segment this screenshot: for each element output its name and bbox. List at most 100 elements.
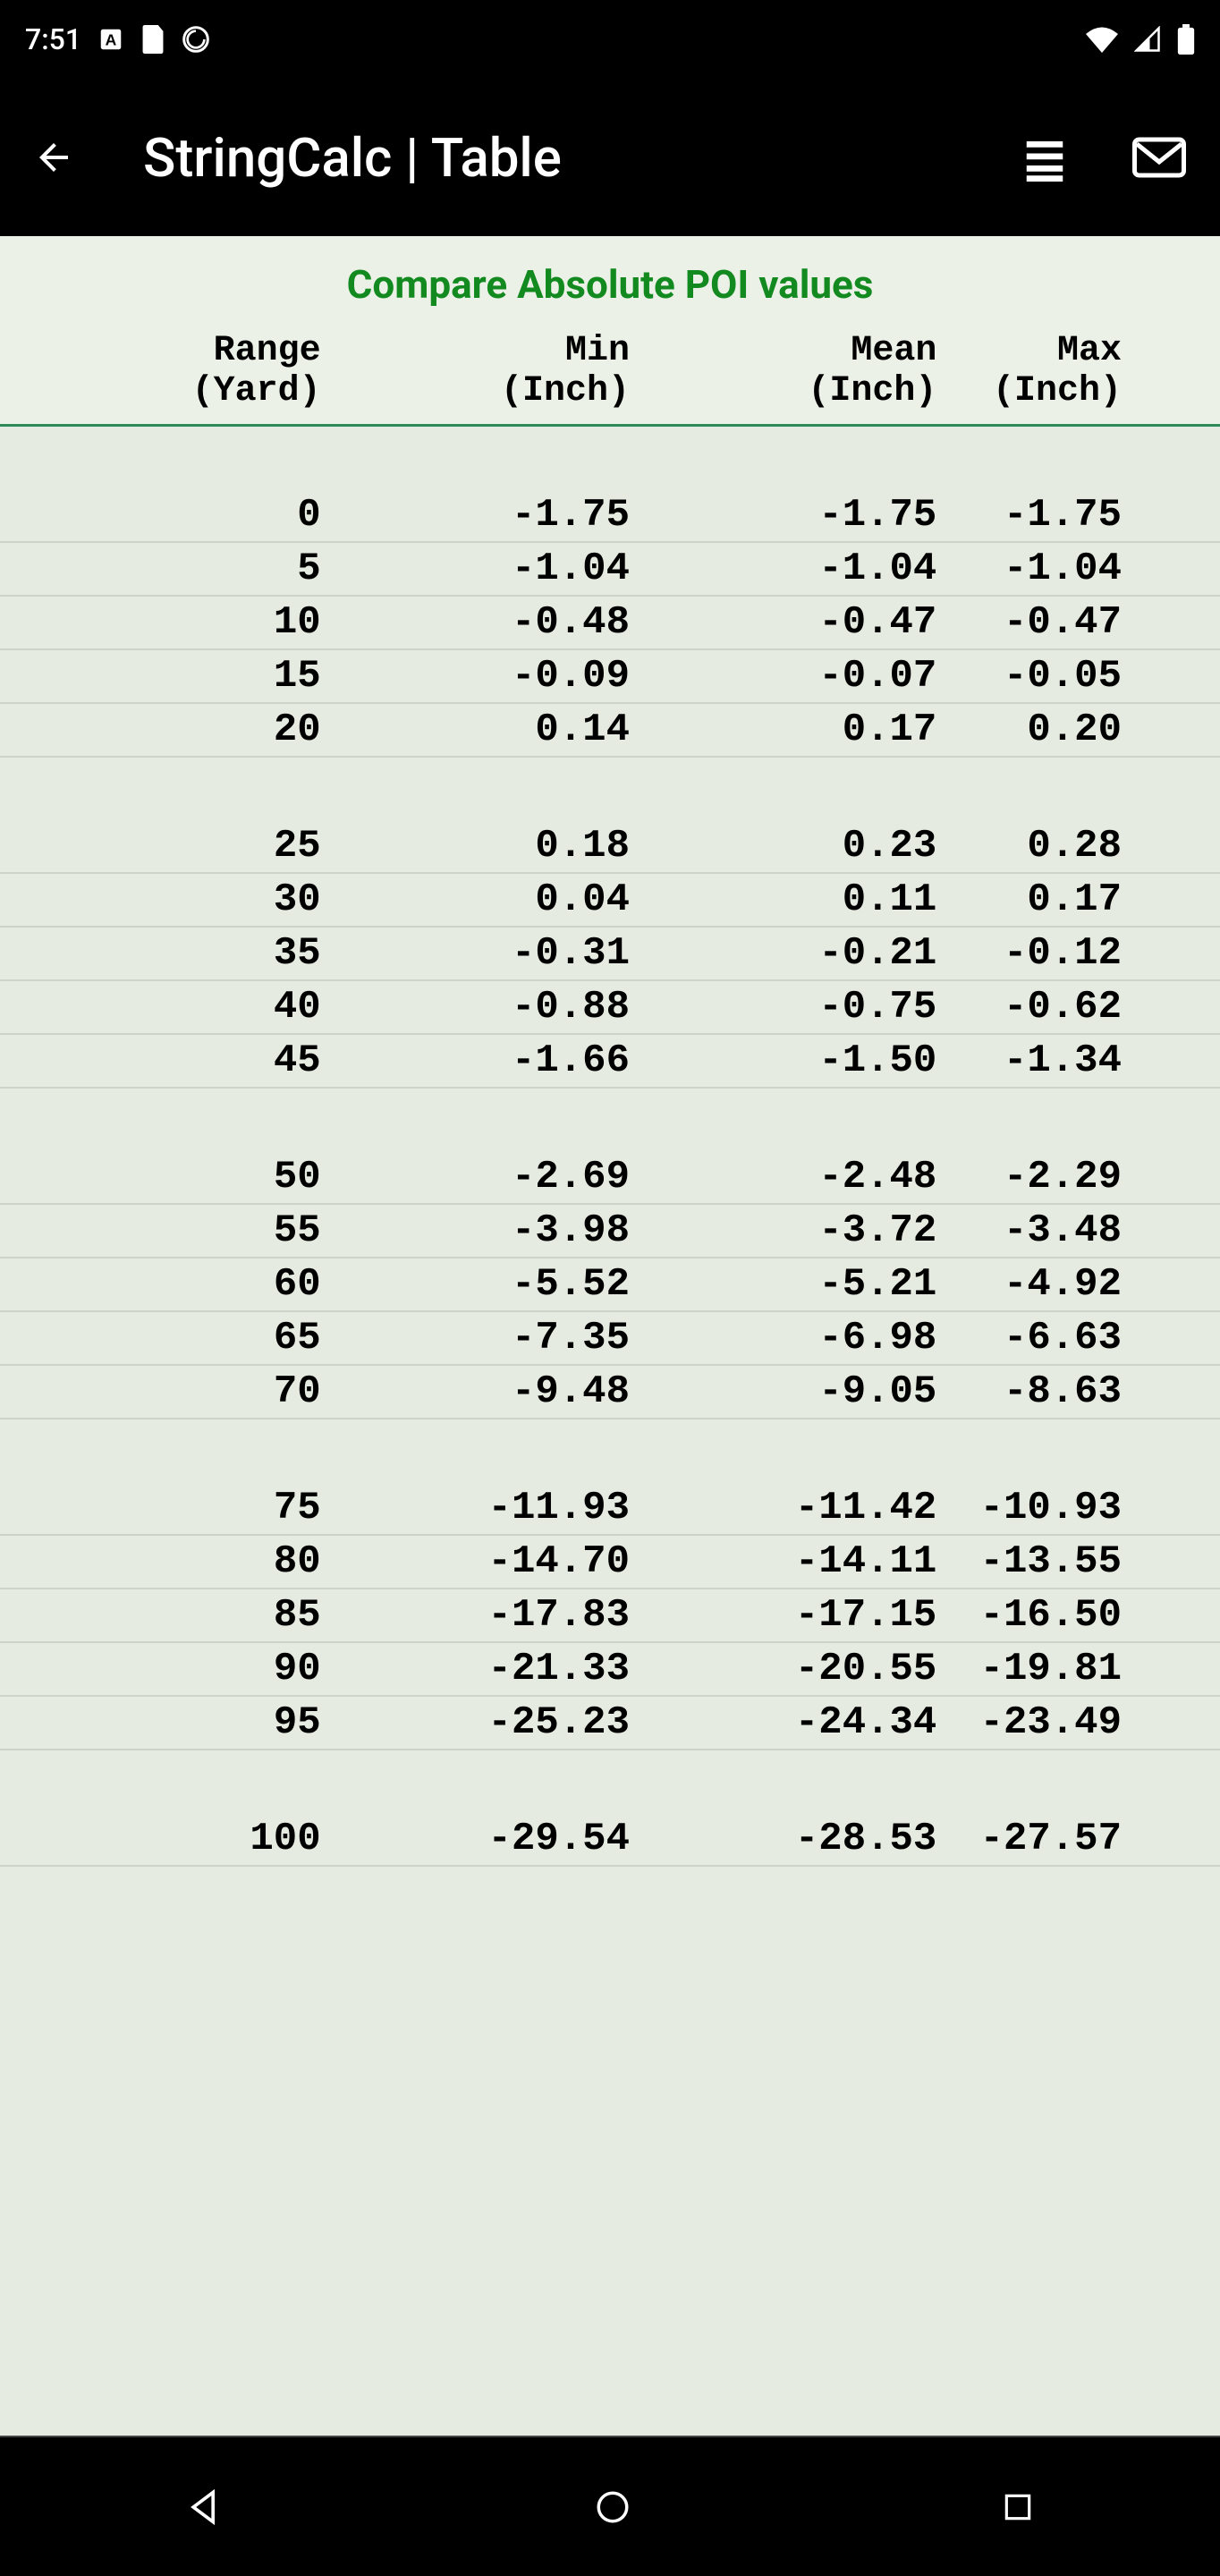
- table-row: 35-0.31-0.21-0.12: [0, 927, 1220, 980]
- table-row: 85-17.83-17.15-16.50: [0, 1589, 1220, 1642]
- cell-max: -3.48: [947, 1204, 1220, 1258]
- cell-max: 0.20: [947, 703, 1220, 757]
- cell-max: 0.28: [947, 820, 1220, 873]
- table-header-row: Range (Yard) Min (Inch) Mean (Inch) Max …: [0, 320, 1220, 426]
- status-sd-icon: [140, 25, 165, 54]
- table-spacer-row: [0, 1750, 1220, 1813]
- cell-range: 70: [0, 1365, 334, 1419]
- nav-home-button[interactable]: [594, 2488, 631, 2526]
- cell-min: -1.66: [334, 1034, 640, 1088]
- header-mean: Mean (Inch): [640, 320, 947, 426]
- header-min: Min (Inch): [334, 320, 640, 426]
- square-icon: [1001, 2490, 1035, 2524]
- cell-max: -4.92: [947, 1258, 1220, 1311]
- cell-mean: -14.11: [640, 1535, 947, 1589]
- list-view-button[interactable]: [1005, 118, 1084, 197]
- cell-max: -27.57: [947, 1813, 1220, 1866]
- page-title: StringCalc | Table: [143, 126, 970, 190]
- status-wifi-icon: [1086, 26, 1118, 53]
- table-row: 15-0.09-0.07-0.05: [0, 649, 1220, 703]
- cell-max: -0.62: [947, 980, 1220, 1034]
- cell-range: 45: [0, 1034, 334, 1088]
- cell-min: -11.93: [334, 1482, 640, 1535]
- cell-range: 15: [0, 649, 334, 703]
- cell-range: 60: [0, 1258, 334, 1311]
- cell-mean: -3.72: [640, 1204, 947, 1258]
- arrow-left-icon: [32, 136, 75, 179]
- table-row: 65-7.35-6.98-6.63: [0, 1311, 1220, 1365]
- cell-min: 0.04: [334, 873, 640, 927]
- cell-min: -14.70: [334, 1535, 640, 1589]
- status-bar: 7:51 A: [0, 0, 1220, 79]
- cell-range: 65: [0, 1311, 334, 1365]
- table-row: 50-2.69-2.48-2.29: [0, 1151, 1220, 1204]
- table-row: 90-21.33-20.55-19.81: [0, 1642, 1220, 1696]
- table-area[interactable]: Compare Absolute POI values Range (Yard)…: [0, 236, 1220, 2436]
- poi-table: Range (Yard) Min (Inch) Mean (Inch) Max …: [0, 320, 1220, 1867]
- header-range: Range (Yard): [0, 320, 334, 426]
- cell-mean: 0.17: [640, 703, 947, 757]
- cell-range: 40: [0, 980, 334, 1034]
- cell-range: 0: [0, 489, 334, 542]
- back-button[interactable]: [21, 125, 86, 190]
- nav-recent-button[interactable]: [1001, 2490, 1035, 2524]
- cell-min: -1.04: [334, 542, 640, 596]
- cell-mean: -0.47: [640, 596, 947, 649]
- table-row: 10-0.48-0.47-0.47: [0, 596, 1220, 649]
- cell-range: 90: [0, 1642, 334, 1696]
- cell-range: 10: [0, 596, 334, 649]
- cell-min: -5.52: [334, 1258, 640, 1311]
- cell-min: 0.14: [334, 703, 640, 757]
- header-max: Max (Inch): [947, 320, 1220, 426]
- table-row: 300.040.110.17: [0, 873, 1220, 927]
- cell-mean: 0.23: [640, 820, 947, 873]
- cell-min: -2.69: [334, 1151, 640, 1204]
- cell-range: 85: [0, 1589, 334, 1642]
- cell-range: 80: [0, 1535, 334, 1589]
- status-notif-icon: A: [97, 26, 124, 53]
- cell-min: -29.54: [334, 1813, 640, 1866]
- app-bar: StringCalc | Table: [0, 79, 1220, 236]
- status-battery-icon: [1177, 24, 1195, 55]
- cell-mean: 0.11: [640, 873, 947, 927]
- cell-mean: -0.21: [640, 927, 947, 980]
- table-spacer-row: [0, 1088, 1220, 1151]
- cell-mean: -20.55: [640, 1642, 947, 1696]
- cell-max: -2.29: [947, 1151, 1220, 1204]
- table-row: 250.180.230.28: [0, 820, 1220, 873]
- cell-mean: -1.75: [640, 489, 947, 542]
- cell-max: -0.47: [947, 596, 1220, 649]
- cell-max: -6.63: [947, 1311, 1220, 1365]
- cell-mean: -24.34: [640, 1696, 947, 1750]
- table-spacer-row: [0, 1419, 1220, 1482]
- cell-max: -0.05: [947, 649, 1220, 703]
- cell-range: 50: [0, 1151, 334, 1204]
- table-row: 55-3.98-3.72-3.48: [0, 1204, 1220, 1258]
- cell-mean: -5.21: [640, 1258, 947, 1311]
- nav-back-button[interactable]: [185, 2487, 225, 2527]
- cell-mean: -11.42: [640, 1482, 947, 1535]
- table-row: 100-29.54-28.53-27.57: [0, 1813, 1220, 1866]
- triangle-left-icon: [185, 2487, 225, 2527]
- cell-min: 0.18: [334, 820, 640, 873]
- cell-max: -8.63: [947, 1365, 1220, 1419]
- cell-mean: -0.75: [640, 980, 947, 1034]
- cell-range: 20: [0, 703, 334, 757]
- cell-max: -1.34: [947, 1034, 1220, 1088]
- table-row: 80-14.70-14.11-13.55: [0, 1535, 1220, 1589]
- cell-min: -0.48: [334, 596, 640, 649]
- email-button[interactable]: [1120, 118, 1199, 197]
- mail-icon: [1132, 136, 1186, 179]
- cell-max: -0.12: [947, 927, 1220, 980]
- svg-text:A: A: [106, 30, 117, 48]
- cell-range: 95: [0, 1696, 334, 1750]
- cell-mean: -2.48: [640, 1151, 947, 1204]
- cell-max: -1.04: [947, 542, 1220, 596]
- table-row: 200.140.170.20: [0, 703, 1220, 757]
- cell-mean: -0.07: [640, 649, 947, 703]
- status-time: 7:51: [25, 22, 81, 56]
- cell-mean: -6.98: [640, 1311, 947, 1365]
- cell-range: 30: [0, 873, 334, 927]
- circle-icon: [594, 2488, 631, 2526]
- cell-min: -7.35: [334, 1311, 640, 1365]
